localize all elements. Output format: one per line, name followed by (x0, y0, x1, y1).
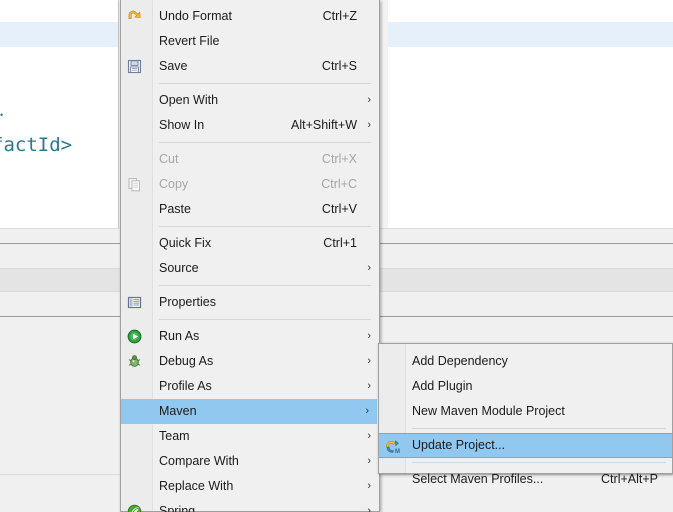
editor-code-text: factId> (0, 134, 73, 156)
menu-item-label: Open With (159, 93, 219, 107)
menu-separator (159, 226, 371, 227)
menu-item-save[interactable]: Save Ctrl+S (121, 54, 379, 79)
menu-item-label: Spring (159, 504, 196, 512)
debug-icon (126, 353, 143, 370)
run-icon (126, 328, 143, 345)
menu-separator (412, 428, 666, 429)
menu-separator (159, 285, 371, 286)
menu-item-label: Save (159, 59, 188, 73)
menu-item-label: Update Project... (412, 438, 506, 452)
chevron-right-icon: › (367, 94, 371, 106)
menu-item-spring[interactable]: Spring › (121, 499, 379, 512)
menu-item-label: Show In (159, 118, 205, 132)
menu-item-label: Add Dependency (412, 354, 508, 368)
menu-item-label: New Maven Module Project (412, 404, 565, 418)
menu-item-label: Cut (159, 152, 179, 166)
save-icon (126, 58, 143, 75)
spring-icon (126, 503, 143, 512)
menu-item-label: Maven (159, 404, 197, 418)
menu-item-label: Compare With (159, 454, 239, 468)
menu-item-replace-with[interactable]: Replace With › (121, 474, 379, 499)
menu-item-debug-as[interactable]: Debug As › (121, 349, 379, 374)
chevron-right-icon: › (367, 262, 371, 274)
menu-item-paste[interactable]: Paste Ctrl+V (121, 197, 379, 222)
copy-icon (126, 176, 143, 193)
chevron-right-icon: › (367, 380, 371, 392)
menu-item-label: Add Plugin (412, 379, 473, 393)
menu-item-show-in[interactable]: Show In Alt+Shift+W › (121, 113, 379, 138)
menu-item-shortcut: Alt+Shift+W (291, 118, 357, 132)
menu-separator (159, 83, 371, 84)
editor-current-line-highlight-right (388, 22, 673, 47)
menu-item-label: Team (159, 429, 190, 443)
menu-item-profile-as[interactable]: Profile As › (121, 374, 379, 399)
menu-separator (412, 462, 666, 463)
menu-item-add-plugin[interactable]: Add Plugin (379, 374, 672, 399)
menu-item-list: Undo Format Ctrl+Z Revert File Save Ctrl+S Op… (121, 0, 379, 512)
menu-item-shortcut: Ctrl+X (321, 152, 357, 166)
menu-item-shortcut: Ctrl+V (321, 202, 357, 216)
menu-item-label: Revert File (159, 34, 220, 48)
submenu-item-list: Add Dependency Add Plugin New Maven Module… (379, 344, 672, 492)
chevron-right-icon: › (365, 405, 369, 417)
menu-item-shortcut: Ctrl+Alt+P (601, 472, 658, 486)
menu-separator (159, 142, 371, 143)
menu-item-label: Select Maven Profiles... (412, 472, 544, 486)
menu-item-label: Source (159, 261, 199, 275)
chevron-right-icon: › (367, 480, 371, 492)
undo-icon (126, 8, 143, 25)
menu-item-label: Profile As (159, 379, 212, 393)
chevron-right-icon: › (367, 455, 371, 467)
editor-current-line-highlight (0, 22, 118, 47)
menu-item-label: Copy (159, 177, 189, 191)
menu-item-label: Undo Format (159, 9, 232, 23)
menu-item-label: Run As (159, 329, 200, 343)
menu-item-shortcut: Ctrl+C (321, 177, 357, 191)
menu-item-label: Replace With (159, 479, 234, 493)
maven-icon: M (384, 438, 401, 455)
chevron-right-icon: › (367, 330, 371, 342)
menu-separator (159, 319, 371, 320)
menu-item-revert-file[interactable]: Revert File (121, 29, 379, 54)
menu-item-shortcut: Ctrl+S (321, 59, 357, 73)
menu-item-source[interactable]: Source › (121, 256, 379, 281)
menu-item-team[interactable]: Team › (121, 424, 379, 449)
maven-submenu[interactable]: Add Dependency Add Plugin New Maven Module… (378, 343, 673, 486)
chevron-right-icon: › (367, 430, 371, 442)
menu-item-compare-with[interactable]: Compare With › (121, 449, 379, 474)
menu-item-undo-format[interactable]: Undo Format Ctrl+Z (121, 4, 379, 29)
menu-item-open-with[interactable]: Open With › (121, 88, 379, 113)
menu-item-select-maven-profiles[interactable]: Select Maven Profiles... Ctrl+Alt+P (379, 467, 672, 492)
editor-context-menu[interactable]: Undo Format Ctrl+Z Revert File Save Ctrl+S Op… (120, 0, 380, 512)
menu-item-label: Properties (159, 295, 216, 309)
menu-item-label: Paste (159, 202, 191, 216)
chevron-right-icon: › (367, 119, 371, 131)
menu-item-maven[interactable]: Maven › (121, 399, 377, 424)
menu-item-run-as[interactable]: Run As › (121, 324, 379, 349)
editor-left-pane[interactable]: • factId> (0, 0, 118, 228)
menu-item-copy: Copy Ctrl+C (121, 172, 379, 197)
menu-item-cut: Cut Ctrl+X (121, 147, 379, 172)
menu-item-add-dependency[interactable]: Add Dependency (379, 349, 672, 374)
ide-window: • factId> Undo Format Ctrl+Z Revert File Sa… (0, 0, 673, 512)
chevron-right-icon: › (367, 505, 371, 512)
menu-item-update-project[interactable]: M Update Project... (379, 433, 672, 458)
menu-item-label: Debug As (159, 354, 214, 368)
chevron-right-icon: › (367, 355, 371, 367)
properties-icon (126, 294, 143, 311)
svg-text:M: M (395, 449, 400, 455)
menu-item-properties[interactable]: Properties (121, 290, 379, 315)
menu-item-label: Quick Fix (159, 236, 212, 250)
menu-item-shortcut: Ctrl+Z (322, 9, 357, 23)
menu-item-new-maven-module-project[interactable]: New Maven Module Project (379, 399, 672, 424)
editor-marker-dot: • (0, 110, 4, 120)
menu-item-shortcut: Ctrl+1 (323, 236, 357, 250)
menu-item-quick-fix[interactable]: Quick Fix Ctrl+1 (121, 231, 379, 256)
